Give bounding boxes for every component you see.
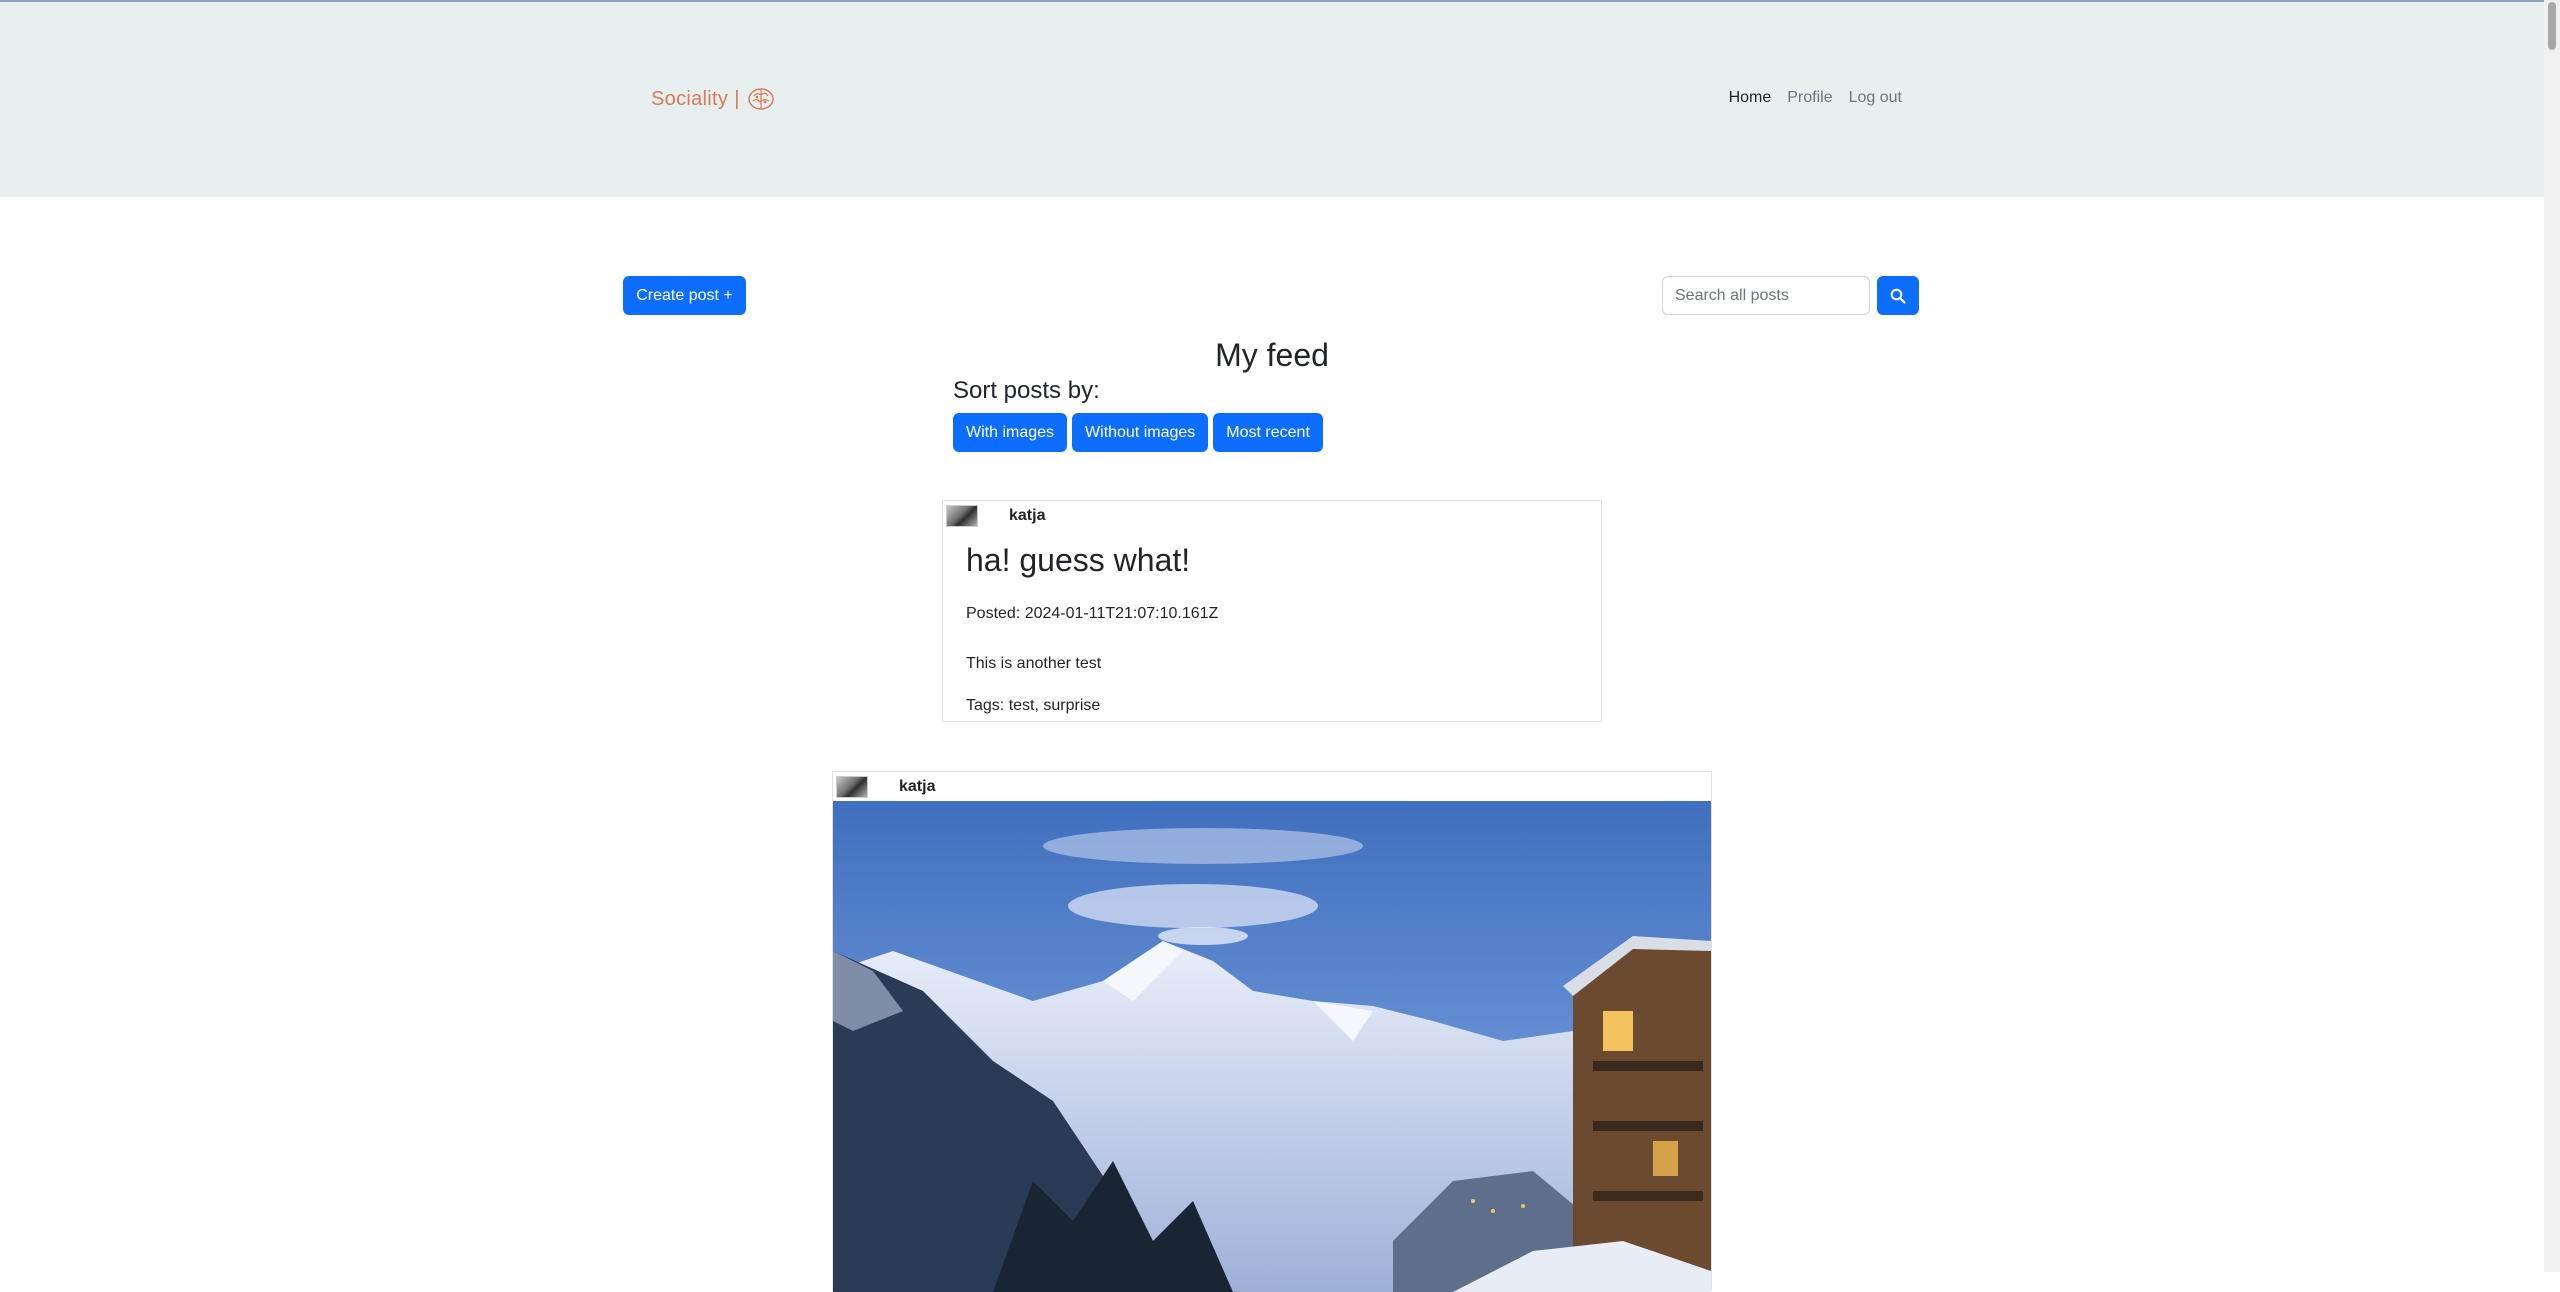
search-button[interactable] xyxy=(1877,276,1919,315)
post-header: katja xyxy=(833,772,1711,801)
sort-button-group: With images Without images Most recent xyxy=(953,413,1323,452)
brain-logo-icon xyxy=(747,88,774,110)
nav-home-link[interactable]: Home xyxy=(1721,89,1780,107)
scrollbar-thumb[interactable] xyxy=(2548,2,2556,50)
post-body: ha! guess what! Posted: 2024-01-11T21:07… xyxy=(943,530,1601,727)
page-title: My feed xyxy=(1215,337,1329,373)
avatar[interactable] xyxy=(836,775,868,798)
avatar[interactable] xyxy=(946,504,978,527)
post-text: This is another test xyxy=(966,655,1102,672)
post-date: Posted: 2024-01-11T21:07:10.161Z xyxy=(966,605,1219,622)
nav-logout-link[interactable]: Log out xyxy=(1841,89,1910,107)
post-image[interactable] xyxy=(833,801,1711,1292)
post-tags: Tags: test, surprise xyxy=(966,697,1101,714)
sort-without-images-button[interactable]: Without images xyxy=(1072,413,1209,452)
post-username[interactable]: katja xyxy=(1009,507,1045,525)
search-icon xyxy=(1890,288,1906,304)
sort-with-images-button[interactable]: With images xyxy=(953,413,1068,452)
page-scrollbar[interactable] xyxy=(2544,0,2560,1272)
search-form xyxy=(1662,276,1919,315)
nav-profile-link[interactable]: Profile xyxy=(1779,89,1840,107)
post-header: katja xyxy=(943,501,1601,530)
main-nav: Home Profile Log out xyxy=(1721,89,1910,107)
create-post-button[interactable]: Create post + xyxy=(623,276,746,315)
brand-separator: | xyxy=(734,87,740,110)
sort-label: Sort posts by: xyxy=(953,377,1100,404)
post-username[interactable]: katja xyxy=(899,778,935,796)
sort-most-recent-button[interactable]: Most recent xyxy=(1213,413,1323,452)
brand[interactable]: Sociality | xyxy=(651,86,776,112)
brand-name: Sociality xyxy=(651,87,729,110)
post-card[interactable]: katja ha! guess what! Posted: 2024-01-11… xyxy=(942,500,1602,722)
search-input[interactable] xyxy=(1662,276,1870,315)
post-card[interactable]: katja xyxy=(832,771,1712,1292)
post-title[interactable]: ha! guess what! xyxy=(966,542,1578,579)
mountain-landscape-image xyxy=(833,801,1711,1292)
site-header: Sociality | Home Profile Log out xyxy=(0,2,2544,197)
